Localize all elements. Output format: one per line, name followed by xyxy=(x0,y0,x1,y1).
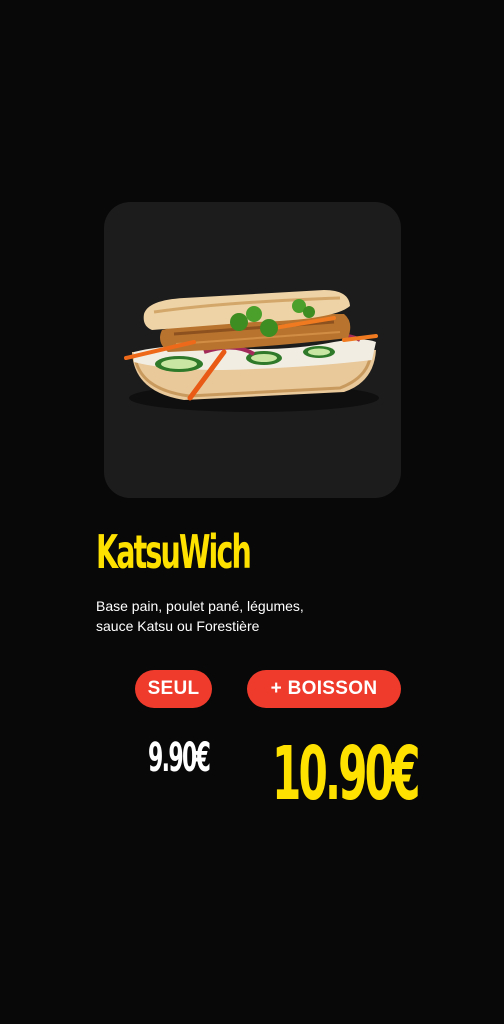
product-title: KatsuWich xyxy=(96,525,252,579)
combo-option-badge: + BOISSON xyxy=(247,670,401,708)
solo-option-badge: SEUL xyxy=(135,670,212,708)
description-line: Base pain, poulet pané, légumes, xyxy=(96,598,304,614)
combo-price: 10.90€ xyxy=(272,731,421,817)
sandwich-image xyxy=(124,290,379,412)
description-line: sauce Katsu ou Forestière xyxy=(96,618,260,634)
product-description: Base pain, poulet pané, légumes, sauce K… xyxy=(96,596,356,636)
product-image-card xyxy=(104,202,401,498)
solo-price: 9.90€ xyxy=(148,735,211,781)
